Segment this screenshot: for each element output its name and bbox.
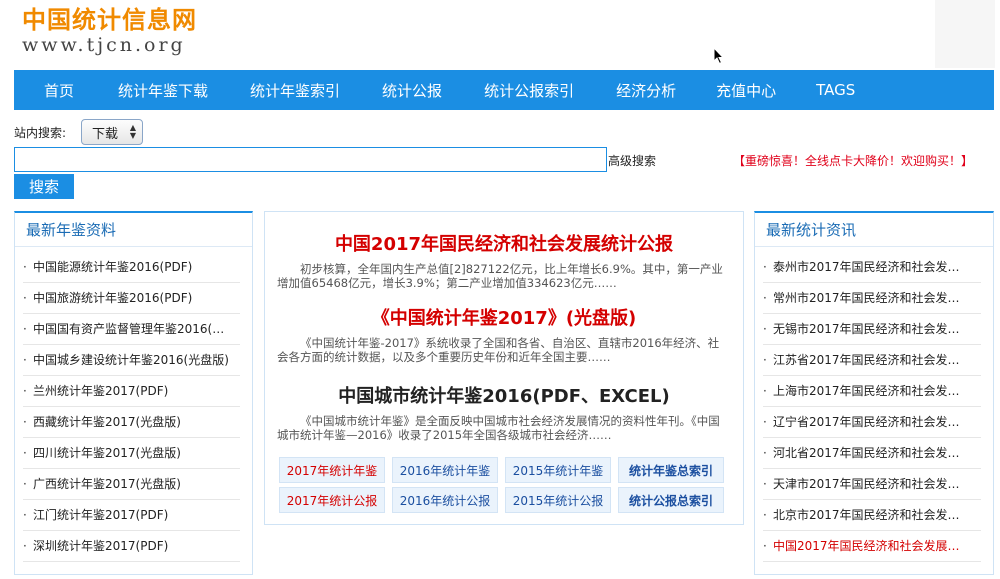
- list-item[interactable]: 西藏统计年鉴2017(光盘版): [23, 407, 240, 438]
- main-nav: 首页 统计年鉴下载 统计年鉴索引 统计公报 统计公报索引 经济分析 充值中心 T…: [14, 70, 994, 110]
- link-yearbook-index[interactable]: 统计年鉴总索引: [618, 457, 724, 483]
- featured-summary-city-yearbook: 《中国城市统计年鉴》是全面反映中国城市社会经济发展情况的资料性年刊。《中国城市统…: [277, 414, 720, 442]
- search-type-value: 下载: [92, 126, 119, 142]
- list-item[interactable]: 广西统计年鉴2017(光盘版): [23, 469, 240, 500]
- advanced-search-link[interactable]: 高级搜索: [608, 152, 656, 169]
- nav-item-economic-analysis[interactable]: 经济分析: [601, 80, 691, 101]
- link-2015-yearbook[interactable]: 2015年统计年鉴: [505, 457, 611, 483]
- list-item[interactable]: 江门统计年鉴2017(PDF): [23, 500, 240, 531]
- list-item[interactable]: 泰州市2017年国民经济和社会发…: [763, 252, 981, 283]
- nav-item-recharge[interactable]: 充值中心: [701, 80, 791, 101]
- nav-item-yearbook-download[interactable]: 统计年鉴下载: [103, 80, 223, 101]
- link-2016-yearbook[interactable]: 2016年统计年鉴: [392, 457, 498, 483]
- list-item[interactable]: 天津市2017年国民经济和社会发…: [763, 469, 981, 500]
- search-input[interactable]: [14, 147, 607, 172]
- list-item[interactable]: 四川统计年鉴2017(光盘版): [23, 438, 240, 469]
- latest-yearbooks-panel: 最新年鉴资料 中国能源统计年鉴2016(PDF) 中国旅游统计年鉴2016(PD…: [14, 211, 253, 575]
- list-item[interactable]: 中国旅游统计年鉴2016(PDF): [23, 283, 240, 314]
- link-2017-yearbook[interactable]: 2017年统计年鉴: [279, 457, 385, 483]
- promo-link[interactable]: 【重磅惊喜！全线点卡大降价！欢迎购买！】: [733, 152, 973, 169]
- featured-panel: 中国2017年国民经济和社会发展统计公报 初步核算，全年国内生产总值[2]827…: [264, 211, 744, 525]
- featured-headline-bulletin[interactable]: 中国2017年国民经济和社会发展统计公报: [265, 230, 743, 256]
- list-item[interactable]: 河北省2017年国民经济和社会发…: [763, 438, 981, 469]
- nav-item-bulletin-index[interactable]: 统计公报索引: [469, 80, 589, 101]
- link-2015-bulletin[interactable]: 2015年统计公报: [505, 487, 611, 513]
- list-item[interactable]: 中国能源统计年鉴2016(PDF): [23, 252, 240, 283]
- latest-news-panel: 最新统计资讯 泰州市2017年国民经济和社会发… 常州市2017年国民经济和社会…: [754, 211, 994, 575]
- logo-title: 中国统计信息网: [22, 6, 197, 34]
- list-item[interactable]: 辽宁省2017年国民经济和社会发…: [763, 407, 981, 438]
- select-arrows-icon: ▲ ▼: [129, 123, 136, 140]
- list-item[interactable]: 中国城乡建设统计年鉴2016(光盘版): [23, 345, 240, 376]
- search-label: 站内搜索:: [14, 126, 67, 140]
- link-2017-bulletin[interactable]: 2017年统计公报: [279, 487, 385, 513]
- link-bulletin-index[interactable]: 统计公报总索引: [618, 487, 724, 513]
- quick-links: 2017年统计年鉴 2016年统计年鉴 2015年统计年鉴 统计年鉴总索引 20…: [279, 457, 731, 517]
- featured-summary-yearbook: 《中国统计年鉴-2017》系统收录了全国和各省、自治区、直辖市2016年经济、社…: [277, 336, 720, 364]
- list-item[interactable]: 北京市2017年国民经济和社会发…: [763, 500, 981, 531]
- list-item[interactable]: 中国2017年国民经济和社会发展…: [763, 531, 981, 562]
- list-item[interactable]: 无锡市2017年国民经济和社会发…: [763, 314, 981, 345]
- list-item[interactable]: 上海市2017年国民经济和社会发…: [763, 376, 981, 407]
- list-item[interactable]: 中国国有资产监督管理年鉴2016(…: [23, 314, 240, 345]
- news-list: 泰州市2017年国民经济和社会发… 常州市2017年国民经济和社会发… 无锡市2…: [755, 252, 993, 562]
- yearbook-list: 中国能源统计年鉴2016(PDF) 中国旅游统计年鉴2016(PDF) 中国国有…: [15, 252, 252, 562]
- search-type-select[interactable]: 下载 ▲ ▼: [81, 119, 143, 145]
- nav-item-tags[interactable]: TAGS: [801, 81, 870, 99]
- site-logo[interactable]: 中国统计信息网 www.tjcn.org: [22, 6, 197, 56]
- quick-links-row-yearbook: 2017年统计年鉴 2016年统计年鉴 2015年统计年鉴 统计年鉴总索引: [279, 457, 731, 483]
- header-banner-placeholder: [935, 0, 995, 68]
- logo-url: www.tjcn.org: [22, 34, 186, 56]
- nav-item-bulletin[interactable]: 统计公报: [367, 80, 457, 101]
- quick-links-row-bulletin: 2017年统计公报 2016年统计公报 2015年统计公报 统计公报总索引: [279, 487, 731, 513]
- nav-item-yearbook-index[interactable]: 统计年鉴索引: [235, 80, 355, 101]
- featured-headline-yearbook[interactable]: 《中国统计年鉴2017》(光盘版): [265, 304, 743, 330]
- panel-title: 最新统计资讯: [755, 213, 993, 247]
- nav-item-home[interactable]: 首页: [29, 80, 89, 101]
- list-item[interactable]: 江苏省2017年国民经济和社会发…: [763, 345, 981, 376]
- panel-title: 最新年鉴资料: [15, 213, 252, 247]
- link-2016-bulletin[interactable]: 2016年统计公报: [392, 487, 498, 513]
- search-button[interactable]: 搜索: [14, 174, 74, 199]
- mouse-cursor-icon: [713, 47, 725, 65]
- featured-summary-bulletin: 初步核算，全年国内生产总值[2]827122亿元，比上年增长6.9%。其中，第一…: [277, 262, 723, 290]
- list-item[interactable]: 常州市2017年国民经济和社会发…: [763, 283, 981, 314]
- list-item[interactable]: 兰州统计年鉴2017(PDF): [23, 376, 240, 407]
- featured-headline-city-yearbook[interactable]: 中国城市统计年鉴2016(PDF、EXCEL): [265, 382, 743, 408]
- list-item[interactable]: 深圳统计年鉴2017(PDF): [23, 531, 240, 562]
